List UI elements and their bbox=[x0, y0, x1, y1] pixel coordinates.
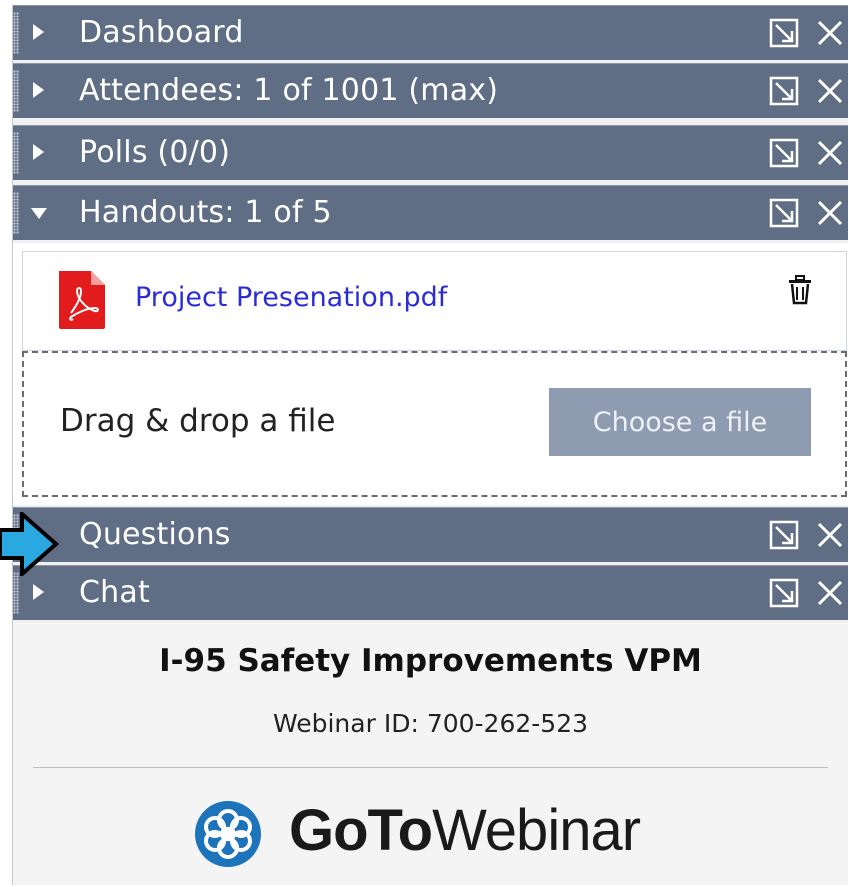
flower-logo-icon bbox=[195, 801, 261, 867]
section-label: Attendees: 1 of 1001 (max) bbox=[79, 73, 499, 108]
close-icon[interactable] bbox=[814, 577, 846, 609]
expand-arrow-icon[interactable] bbox=[33, 584, 44, 600]
popout-icon[interactable] bbox=[768, 519, 800, 551]
handout-file-link[interactable]: Project Presenation.pdf bbox=[135, 282, 447, 313]
popout-icon[interactable] bbox=[768, 75, 800, 107]
logo-webinar: Webinar bbox=[432, 798, 641, 863]
close-icon[interactable] bbox=[814, 137, 846, 169]
section-handouts[interactable]: Handouts: 1 of 5 bbox=[13, 185, 848, 240]
drag-grip[interactable] bbox=[13, 132, 19, 174]
logo-wordmark: GoToWebinar bbox=[289, 793, 641, 869]
section-label: Chat bbox=[79, 575, 150, 610]
pdf-file-icon bbox=[59, 271, 105, 329]
expand-arrow-icon[interactable] bbox=[33, 144, 44, 160]
close-icon[interactable] bbox=[814, 75, 846, 107]
collapse-arrow-icon[interactable] bbox=[31, 208, 47, 219]
control-panel: Dashboard Attendees: 1 of 1001 (max) Pol… bbox=[12, 5, 848, 885]
close-icon[interactable] bbox=[814, 197, 846, 229]
section-label: Polls (0/0) bbox=[79, 135, 231, 170]
handouts-content: Project Presenation.pdf Drag & drop a fi… bbox=[13, 243, 848, 505]
webinar-info: I-95 Safety Improvements VPM Webinar ID:… bbox=[13, 623, 848, 885]
logo-goto: GoTo bbox=[289, 798, 433, 863]
callout-arrow-icon bbox=[0, 512, 60, 576]
popout-icon[interactable] bbox=[768, 137, 800, 169]
webinar-id: Webinar ID: 700-262-523 bbox=[272, 709, 589, 738]
file-dropzone[interactable]: Drag & drop a file Choose a file bbox=[22, 351, 847, 497]
drag-grip[interactable] bbox=[13, 572, 19, 614]
section-label: Questions bbox=[79, 517, 231, 552]
popout-icon[interactable] bbox=[768, 197, 800, 229]
close-icon[interactable] bbox=[814, 519, 846, 551]
drag-grip[interactable] bbox=[13, 192, 19, 234]
handout-file-item[interactable]: Project Presenation.pdf bbox=[22, 251, 847, 351]
section-chat[interactable]: Chat bbox=[13, 565, 848, 620]
popout-icon[interactable] bbox=[768, 577, 800, 609]
trash-icon[interactable] bbox=[787, 275, 813, 305]
drag-grip[interactable] bbox=[13, 12, 19, 54]
section-label: Handouts: 1 of 5 bbox=[79, 195, 332, 230]
divider bbox=[33, 767, 828, 768]
section-questions[interactable]: Questions bbox=[13, 507, 848, 562]
expand-arrow-icon[interactable] bbox=[33, 24, 44, 40]
expand-arrow-icon[interactable] bbox=[33, 82, 44, 98]
section-attendees[interactable]: Attendees: 1 of 1001 (max) bbox=[13, 63, 848, 118]
section-polls[interactable]: Polls (0/0) bbox=[13, 125, 848, 180]
section-label: Dashboard bbox=[79, 15, 244, 50]
section-dashboard[interactable]: Dashboard bbox=[13, 5, 848, 60]
webinar-title: I-95 Safety Improvements VPM bbox=[159, 643, 702, 679]
drag-grip[interactable] bbox=[13, 70, 19, 112]
choose-file-button[interactable]: Choose a file bbox=[549, 388, 811, 456]
dropzone-label: Drag & drop a file bbox=[60, 403, 336, 439]
close-icon[interactable] bbox=[814, 17, 846, 49]
gotowebinar-logo: GoToWebinar bbox=[193, 791, 673, 871]
popout-icon[interactable] bbox=[768, 17, 800, 49]
